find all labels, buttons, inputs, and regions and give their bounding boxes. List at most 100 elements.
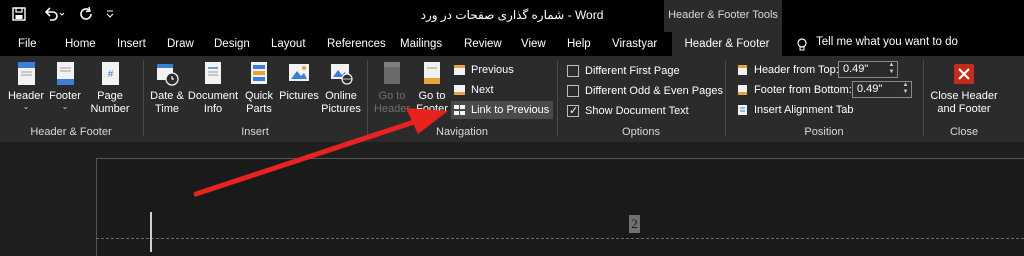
tab-review[interactable]: Review [464, 38, 502, 50]
close-header-footer-label: Close Header and Footer [930, 90, 998, 115]
pictures-button[interactable]: Pictures [279, 60, 319, 103]
tab-file[interactable]: File [18, 38, 37, 50]
quick-parts-icon [251, 62, 267, 84]
different-odd-even-checkbox[interactable]: Different Odd & Even Pages [567, 84, 723, 98]
previous-label: Previous [471, 64, 514, 76]
go-to-footer-button[interactable]: Go to Footer [412, 60, 452, 116]
group-divider [725, 60, 726, 136]
footer-from-bottom-label-row: Footer from Bottom: [736, 81, 852, 99]
header-button[interactable]: Header ⌄ [6, 60, 46, 111]
different-first-page-checkbox[interactable]: Different First Page [567, 64, 680, 78]
go-to-header-icon [384, 62, 400, 84]
show-document-text-label: Show Document Text [585, 105, 689, 117]
tab-virastyar[interactable]: Virastyar [612, 38, 657, 50]
tell-me-search[interactable]: Tell me what you want to do [816, 36, 958, 48]
tab-design[interactable]: Design [214, 38, 250, 50]
next-icon [454, 85, 465, 95]
go-to-header-button: Go to Header [372, 60, 412, 116]
group-divider [923, 60, 924, 136]
spinner-arrows-icon[interactable]: ▲ ▼ [886, 62, 897, 77]
header-position-icon [738, 65, 747, 75]
group-divider [143, 60, 144, 136]
online-pictures-label: Online Pictures [321, 90, 361, 115]
title-bar: شماره گذاری صفحات در ورد - Word Header &… [0, 0, 1024, 32]
title-separator: - [567, 8, 572, 22]
document-info-icon [205, 62, 221, 84]
header-icon [18, 62, 35, 85]
page-number-label: Page Number [90, 90, 130, 115]
different-first-page-label: Different First Page [585, 65, 680, 77]
footer-position-icon [738, 85, 747, 95]
tab-insert[interactable]: Insert [117, 38, 146, 50]
link-to-previous-button[interactable]: Link to Previous [451, 101, 554, 119]
link-to-previous-label: Link to Previous [471, 104, 550, 116]
tab-layout[interactable]: Layout [271, 38, 306, 50]
page-number-button[interactable]: # Page Number [86, 60, 134, 116]
tab-references[interactable]: References [327, 38, 386, 50]
contextual-tools-label: Header & Footer Tools [664, 0, 782, 32]
insert-alignment-tab-button[interactable]: Insert Alignment Tab [736, 101, 853, 119]
go-to-header-label: Go to Header [373, 90, 411, 115]
chevron-down-icon: ⌄ [22, 102, 30, 111]
online-pictures-icon [331, 64, 353, 85]
date-time-label: Date & Time [150, 90, 184, 115]
next-label: Next [471, 84, 494, 96]
spinner-arrows-icon[interactable]: ▲ ▼ [900, 82, 911, 97]
group-label-position: Position [804, 126, 844, 138]
group-label-insert: Insert [241, 126, 269, 138]
document-title: شماره گذاری صفحات در ورد [420, 8, 565, 22]
checkbox-box-checked [567, 104, 579, 118]
page-number-field[interactable]: 2 [629, 215, 640, 233]
chevron-down-icon: ⌄ [61, 102, 69, 111]
quick-parts-button[interactable]: Quick Parts [241, 60, 277, 116]
footer-button[interactable]: Footer ⌄ [46, 60, 84, 111]
header-from-top-spinner[interactable]: 0.49" ▲ ▼ [838, 61, 898, 78]
footer-icon [57, 62, 74, 85]
go-to-footer-label: Go to Footer [416, 90, 448, 115]
page-number-icon: # [102, 62, 119, 85]
tab-home[interactable]: Home [65, 38, 96, 50]
document-page[interactable] [96, 158, 1024, 256]
previous-button[interactable]: Previous [453, 61, 514, 79]
next-button[interactable]: Next [453, 81, 494, 99]
checkbox-box [567, 65, 579, 77]
tab-mailings[interactable]: Mailings [400, 38, 442, 50]
group-divider [367, 60, 368, 136]
quick-parts-label: Quick Parts [244, 90, 274, 115]
date-time-button[interactable]: Date & Time [148, 60, 186, 116]
online-pictures-button[interactable]: Online Pictures [320, 60, 362, 116]
header-from-top-label-row: Header from Top: [736, 61, 839, 79]
svg-text:#: # [108, 69, 114, 80]
footer-from-bottom-value: 0.49" [857, 83, 883, 95]
tab-view[interactable]: View [521, 38, 546, 50]
header-boundary-line [96, 238, 1024, 239]
show-document-text-checkbox[interactable]: Show Document Text [567, 104, 689, 118]
group-label-navigation: Navigation [436, 126, 488, 138]
group-label-header-footer: Header & Footer [30, 126, 112, 138]
tab-header-footer[interactable]: Header & Footer [672, 32, 782, 56]
alignment-tab-icon [738, 105, 747, 115]
text-cursor [150, 212, 152, 252]
checkbox-box [567, 85, 579, 97]
tab-draw[interactable]: Draw [167, 38, 194, 50]
footer-from-bottom-label: Footer from Bottom: [754, 84, 852, 96]
header-from-top-value: 0.49" [843, 63, 869, 75]
header-from-top-label: Header from Top: [754, 64, 839, 76]
go-to-footer-icon [424, 62, 440, 84]
document-info-label: Document Info [187, 90, 239, 115]
different-odd-even-label: Different Odd & Even Pages [585, 85, 723, 97]
insert-alignment-tab-label: Insert Alignment Tab [754, 104, 854, 116]
lightbulb-icon [796, 38, 808, 55]
calendar-clock-icon [157, 64, 179, 86]
close-header-footer-button[interactable]: Close Header and Footer [928, 60, 1000, 116]
document-info-button[interactable]: Document Info [187, 60, 239, 116]
group-label-options: Options [622, 126, 660, 138]
group-divider [557, 60, 558, 136]
footer-from-bottom-spinner[interactable]: 0.49" ▲ ▼ [852, 81, 912, 98]
picture-icon [289, 64, 309, 81]
window-title: شماره گذاری صفحات در ورد - Word [0, 8, 1024, 22]
link-to-previous-icon [454, 105, 465, 115]
close-icon [954, 64, 974, 84]
previous-icon [454, 65, 465, 75]
tab-help[interactable]: Help [567, 38, 591, 50]
